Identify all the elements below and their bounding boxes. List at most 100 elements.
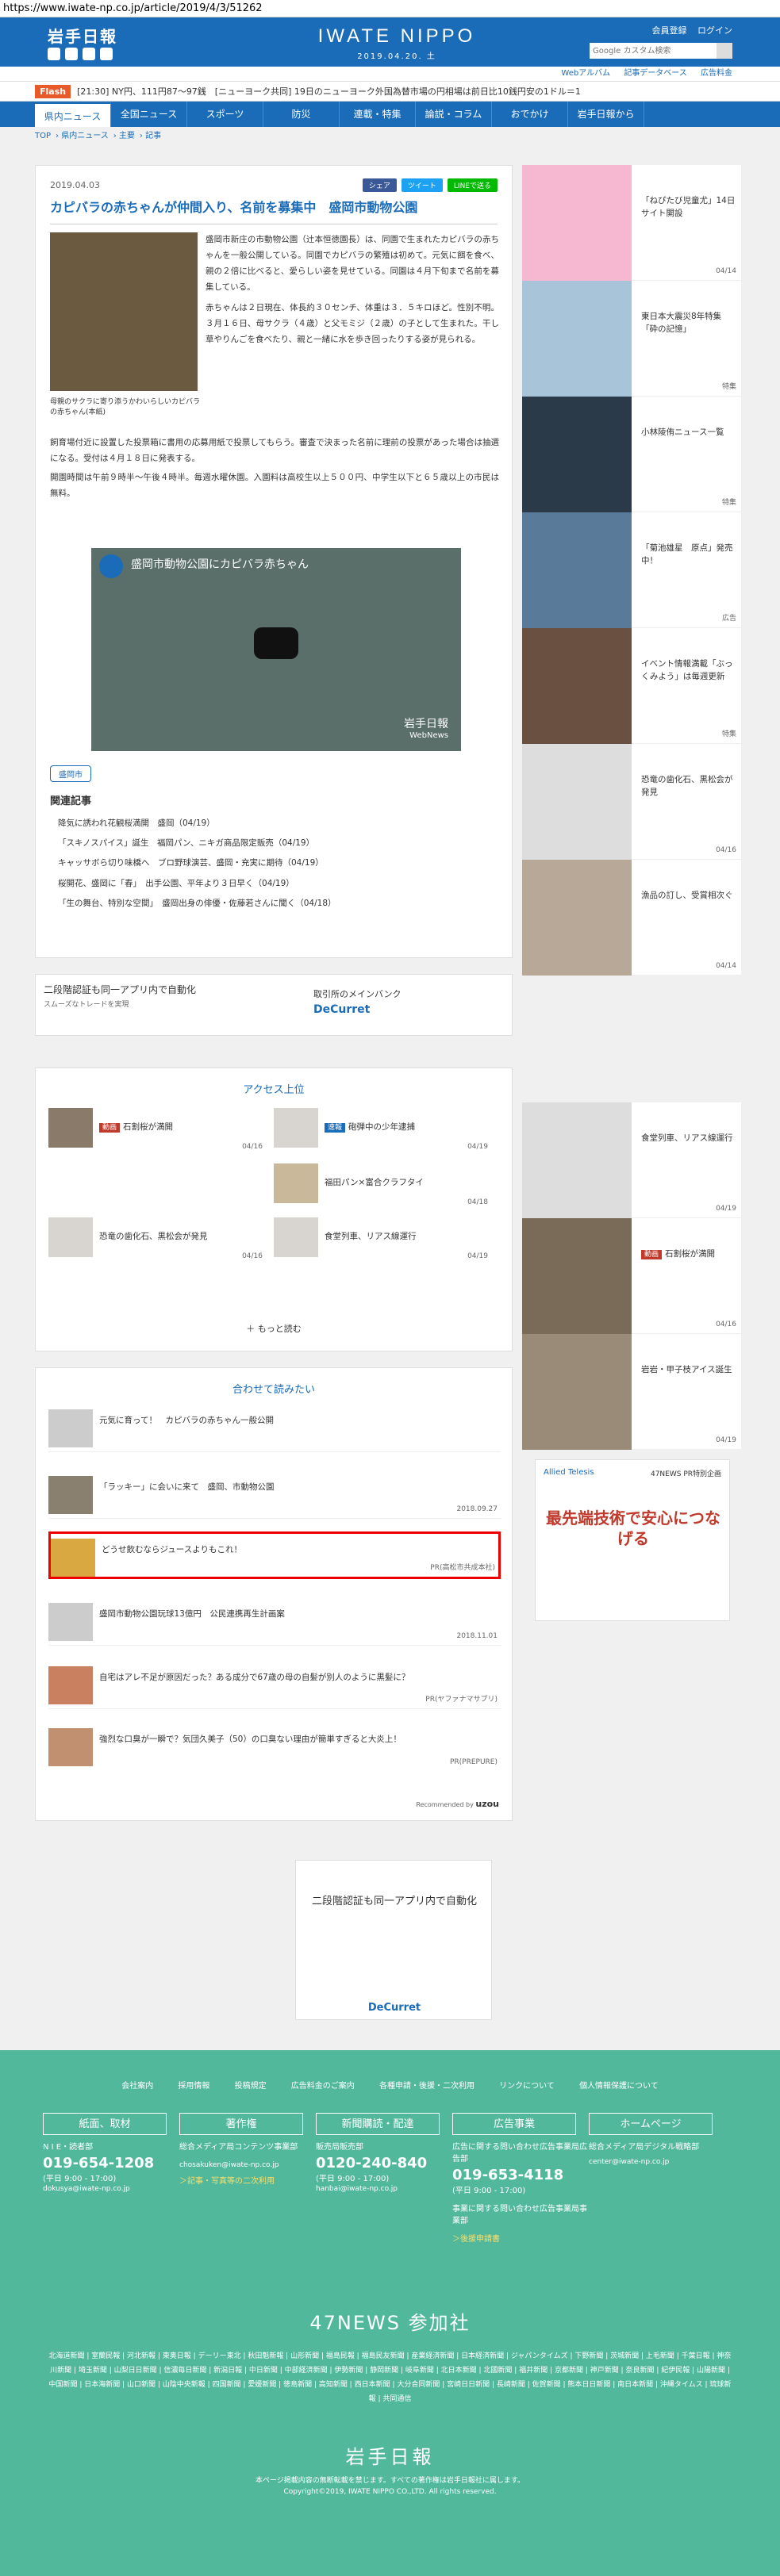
sidebar-item[interactable]: 動画 石割桜が満開 04/16 [522, 1218, 741, 1334]
reco-item-highlighted[interactable]: どうせ飲むならジュースよりもこれ！ PR(高松市共成本社) [48, 1531, 501, 1579]
footer-link[interactable]: 投稿規定 [235, 2082, 267, 2091]
subnav-album[interactable]: Webアルバム [561, 69, 610, 78]
ranking-item[interactable]: 食堂列車、リアス線運行 04/19 [274, 1217, 488, 1262]
ranking-item[interactable]: 恐竜の歯化石、黒松会が発見 04/16 [48, 1217, 263, 1262]
related-item[interactable]: 降気に誘われ花観桜満開 盛岡（04/19） [50, 814, 499, 834]
related-item[interactable]: 「生の舞台、特別な空間」 盛岡出身の俳優・佐藤若さんに聞く（04/18） [50, 894, 499, 914]
sidebar-item[interactable]: イベント情報満載「ぶっくみよう」は毎週更新 特集 [522, 628, 741, 744]
reco-item[interactable]: 自宅はアレ不足が原因だった？ある成分で67歳の母の自髪が別人のように黒髪に？ P… [48, 1662, 501, 1709]
email-link[interactable]: hanbai@iwate-np.co.jp [316, 2185, 452, 2193]
sidebar-item[interactable]: 食堂列車、リアス線運行 04/19 [522, 1102, 741, 1218]
tag-link[interactable]: 盛岡市 [50, 765, 91, 782]
instagram-icon[interactable] [100, 48, 113, 60]
article-title: カピバラの赤ちゃんが仲間入り、名前を募集中 盛岡市動物公園 [50, 197, 498, 224]
email-link[interactable]: dokusya@iwate-np.co.jp [43, 2185, 179, 2193]
footer-link[interactable]: 広告料金のご案内 [291, 2082, 355, 2091]
related-item[interactable]: 「スキノスパイス」誕生 福岡パン、ニキガ商品限定販売（04/19） [50, 834, 499, 853]
member-papers[interactable]: 北海道新聞 | 室蘭民報 | 河北新報 | 東奥日報 | デーリー東北 | 秋田… [49, 2349, 732, 2406]
twitter-icon[interactable] [48, 48, 60, 60]
footer-link[interactable]: 採用情報 [178, 2082, 209, 2091]
search-input[interactable] [590, 43, 717, 59]
phone-number[interactable]: 0120-240-840 [316, 2155, 452, 2172]
center-logo[interactable]: IWATE NIPPO 2019.04.20. 土 [317, 25, 476, 61]
nav-column[interactable]: 論説・コラム [416, 102, 492, 127]
address-bar[interactable]: https://www.iwate-np.co.jp/article/2019/… [0, 0, 780, 17]
footer-link[interactable]: 会社案内 [121, 2082, 153, 2091]
sidebar-item[interactable]: 「ねぴたび児童尤」14日サイト開設 04/14 [522, 165, 741, 281]
email-link[interactable]: center@iwate-np.co.jp [589, 2158, 725, 2166]
phone-number[interactable]: 019-654-1208 [43, 2155, 179, 2172]
ranking-item[interactable]: 動画 石割桜が満開 04/16 [48, 1108, 263, 1152]
article-photo[interactable]: 母親のサクラに寄り添うかわいらしいカピバラの赤ちゃん(本紙) [50, 232, 200, 416]
crumb-main[interactable]: 主要 [119, 132, 135, 140]
share-buttons: シェア ツイート LINEで送る [362, 178, 498, 192]
footer-link[interactable]: ＞記事・写真等の二次利用 [179, 2174, 316, 2186]
sidebar-item[interactable]: 小林陵侑ニュース一覧 特集 [522, 397, 741, 512]
copyright: 本ページ掲載内容の無断転載を禁じます。すべての著作権は岩手日報社に属します。 C… [255, 2477, 525, 2497]
sidebar-item[interactable]: 岩岩・甲子枝アイス誕生 04/19 [522, 1334, 741, 1450]
ranking-item[interactable]: 福田パン×富合クラフタイ 04/18 [274, 1163, 488, 1208]
contact-column: 著作権 総合メディア局コンテンツ事業部 chosakuken@iwate-np.… [179, 2113, 316, 2244]
center-date: 2019.04.20. 土 [357, 52, 436, 61]
crumb-local[interactable]: 県内ニュース [61, 132, 109, 140]
footer-link[interactable]: 各種申請・後援・二次利用 [379, 2082, 475, 2091]
contact-column: 紙面、取材 N I E・読者部 019-654-1208 (平日 9:00 - … [43, 2113, 179, 2244]
register-link[interactable]: 会員登録 [652, 25, 687, 36]
line-share-button[interactable]: LINEで送る [447, 178, 498, 192]
subnav-database[interactable]: 記事データベース [624, 69, 687, 78]
recommended-by: Recommended by uzou [416, 1799, 499, 1809]
ranking-item[interactable]: 速報 砲弾中の少年逮捕 04/19 [274, 1108, 488, 1152]
search-button[interactable] [717, 43, 732, 59]
nav-outing[interactable]: おでかけ [492, 102, 568, 127]
ad-banner[interactable]: 二段階認証も同一アプリ内で自動化 スムーズなトレードを実現 取引所のメインバンク… [35, 974, 513, 1036]
thumbnail [274, 1163, 318, 1203]
footer-logo[interactable]: 岩手日報 [0, 2441, 780, 2469]
ad-line-1: 二段階認証も同一アプリ内で自動化 [44, 984, 197, 995]
reco-item[interactable]: 盛岡市動物公園玩球13億円 公民連携再生計画案 2018.11.01 [48, 1598, 501, 1646]
allied-telesis-ad[interactable]: Allied Telesis 47NEWS PR特別企画 最先端技術で安心につな… [535, 1459, 730, 1621]
reco-item[interactable]: 強烈な口臭が一瞬で？気団久美子（50）の口臭ない理由が簡単すぎると大炎上！ PR… [48, 1723, 501, 1771]
tweet-button[interactable]: ツイート [401, 178, 443, 192]
thumbnail [274, 1108, 318, 1148]
reco-item[interactable]: 元気に育って！ カピバラの赤ちゃん一般公開 [48, 1405, 501, 1452]
footer-contacts: 紙面、取材 N I E・読者部 019-654-1208 (平日 9:00 - … [43, 2113, 780, 2244]
ranking-title: アクセス上位 [243, 1084, 305, 1096]
related-item[interactable]: 桜開花、盛岡に「春」 出手公園、平年より３日早く（04/19） [50, 874, 499, 894]
related-item[interactable]: キャッサボら切り味橋へ ブロ野球演芸、盛岡・充実に期待（04/19） [50, 853, 499, 873]
nav-disaster[interactable]: 防災 [263, 102, 340, 127]
photo-caption: 母親のサクラに寄り添うかわいらしいカピバラの赤ちゃん(本紙) [50, 398, 201, 416]
video-player[interactable]: 盛岡市動物公園にカピバラ赤ちゃん 岩手日報 WebNews [91, 548, 461, 751]
sidebar-item[interactable]: 恐竜の歯化石、黒松会が発見 04/16 [522, 744, 741, 860]
footer-link[interactable]: リンクについて [499, 2082, 555, 2091]
sidebar-item[interactable]: 漁品の訂し、受賞相次ぐ 04/14 [522, 860, 741, 976]
facebook-icon[interactable] [65, 48, 78, 60]
phone-number[interactable]: 019-653-4118 [452, 2167, 589, 2183]
facebook-share-button[interactable]: シェア [362, 178, 397, 192]
reco-item[interactable]: 「ラッキー」に会いに来て 盛岡、市動物公園 2018.09.27 [48, 1471, 501, 1519]
nav-national[interactable]: 全国ニュース [111, 102, 187, 127]
ad-box[interactable]: 二段階認証も同一アプリ内で自動化 DeCurret [295, 1860, 492, 2020]
center-title: IWATE NIPPO [317, 25, 476, 47]
sidebar-item[interactable]: 東日本大震災8年特集「砕の記憶」 特集 [522, 281, 741, 397]
site-logo[interactable]: 岩手日報 [48, 24, 117, 47]
channel-icon [99, 554, 123, 578]
nav-local[interactable]: 県内ニュース [35, 102, 111, 127]
thumbnail [48, 1728, 93, 1766]
read-more-button[interactable]: ＋ もっと読む [36, 1322, 512, 1335]
sidebar-item[interactable]: 「菊池雄星 原点」発売中！ 広告 [522, 512, 741, 628]
footer-link[interactable]: ＞後援申請書 [452, 2232, 589, 2244]
nav-from-iwate[interactable]: 岩手日報から [568, 102, 644, 127]
subnav-ad[interactable]: 広告料金 [701, 69, 732, 78]
email-link[interactable]: chosakuken@iwate-np.co.jp [179, 2161, 316, 2169]
nav-sports[interactable]: スポーツ [187, 102, 263, 127]
line-icon[interactable] [83, 48, 95, 60]
login-link[interactable]: ログイン [697, 25, 732, 36]
article: 2019.04.03 シェア ツイート LINEで送る カピバラの赤ちゃんが仲間… [35, 165, 513, 958]
breadcrumb: TOP › 県内ニュース › 主要 › 記事 [35, 132, 162, 140]
article-body-top: 盛岡市新庄の市動物公園（辻本恒徳園長）は、同園で生まれたカピバラの赤ちゃんを一般… [206, 232, 499, 348]
footer-link[interactable]: 個人情報保護について [579, 2082, 659, 2091]
flash-text[interactable]: [21:30] NY円、111円87～97銭 [ニューヨーク共同] 19日のニュ… [77, 85, 759, 98]
crumb-top[interactable]: TOP [35, 132, 51, 140]
play-icon[interactable] [254, 627, 298, 659]
nav-series[interactable]: 連載・特集 [340, 102, 416, 127]
